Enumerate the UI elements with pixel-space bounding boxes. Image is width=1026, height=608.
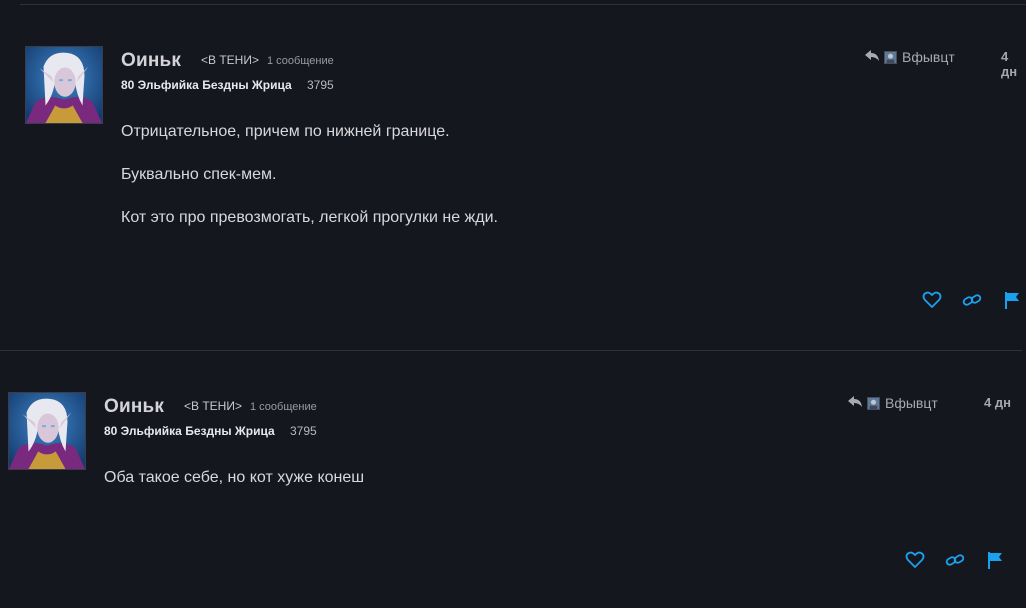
- achievement-points: 3795: [307, 78, 334, 92]
- guild-tag: <В ТЕНИ>: [184, 399, 242, 413]
- reply-avatar-icon: [867, 396, 880, 410]
- character-info: 80 Эльфийка Бездны Жрица: [121, 78, 292, 92]
- reply-to-link[interactable]: Вфывцт: [865, 49, 955, 65]
- reply-arrow-icon: [865, 49, 879, 65]
- author-name[interactable]: Оиньк: [121, 50, 181, 72]
- post-date[interactable]: 4 дн: [984, 395, 1011, 410]
- flag-button[interactable]: [1002, 290, 1022, 310]
- reply-avatar-icon: [884, 50, 897, 64]
- post-paragraph: Отрицательное, причем по нижней границе.: [121, 123, 450, 140]
- reply-to-link[interactable]: Вфывцт: [848, 395, 938, 411]
- post-paragraph: Буквально спек-мем.: [121, 166, 277, 183]
- like-button[interactable]: [922, 290, 942, 310]
- link-icon: [945, 554, 965, 566]
- post-body: Оба такое себе, но кот хуже конеш: [104, 468, 364, 487]
- author-name[interactable]: Оиньк: [104, 396, 164, 418]
- heart-icon: [905, 551, 925, 568]
- reply-to-name: Вфывцт: [902, 49, 955, 65]
- divider: [20, 4, 1026, 5]
- avatar[interactable]: [25, 46, 103, 124]
- flag-icon: [1005, 292, 1019, 309]
- post: Оиньк <В ТЕНИ> 1 сообщение 80 Эльфийка Б…: [25, 46, 1026, 336]
- post-count: 1 сообщение: [250, 401, 317, 413]
- post-body: Отрицательное, причем по нижней границе.…: [121, 122, 498, 227]
- avatar[interactable]: [8, 392, 86, 470]
- guild-tag: <В ТЕНИ>: [201, 53, 259, 67]
- reply-arrow-icon: [848, 395, 862, 411]
- reply-to-name: Вфывцт: [885, 395, 938, 411]
- topic-page: Оиньк <В ТЕНИ> 1 сообщение 80 Эльфийка Б…: [0, 0, 1026, 608]
- achievement-points: 3795: [290, 424, 317, 438]
- divider: [0, 350, 1022, 351]
- post-actions: [905, 550, 1005, 570]
- post-count: 1 сообщение: [267, 55, 334, 67]
- heart-icon: [922, 291, 942, 308]
- flag-icon: [988, 552, 1002, 569]
- like-button[interactable]: [905, 550, 925, 570]
- character-info: 80 Эльфийка Бездны Жрица: [104, 424, 275, 438]
- post-paragraph: Оба такое себе, но кот хуже конеш: [104, 469, 365, 486]
- flag-button[interactable]: [985, 550, 1005, 570]
- post: Оиньк <В ТЕНИ> 1 сообщение 80 Эльфийка Б…: [8, 392, 1026, 592]
- share-link-button[interactable]: [945, 550, 965, 570]
- post-date[interactable]: 4 дн: [1001, 49, 1026, 79]
- link-icon: [962, 294, 982, 306]
- avatar-portrait-icon: [9, 393, 85, 469]
- post-paragraph: Кот это про превозмогать, легкой прогулк…: [121, 209, 498, 226]
- post-actions: [922, 290, 1022, 310]
- share-link-button[interactable]: [962, 290, 982, 310]
- avatar-portrait-icon: [26, 47, 102, 123]
